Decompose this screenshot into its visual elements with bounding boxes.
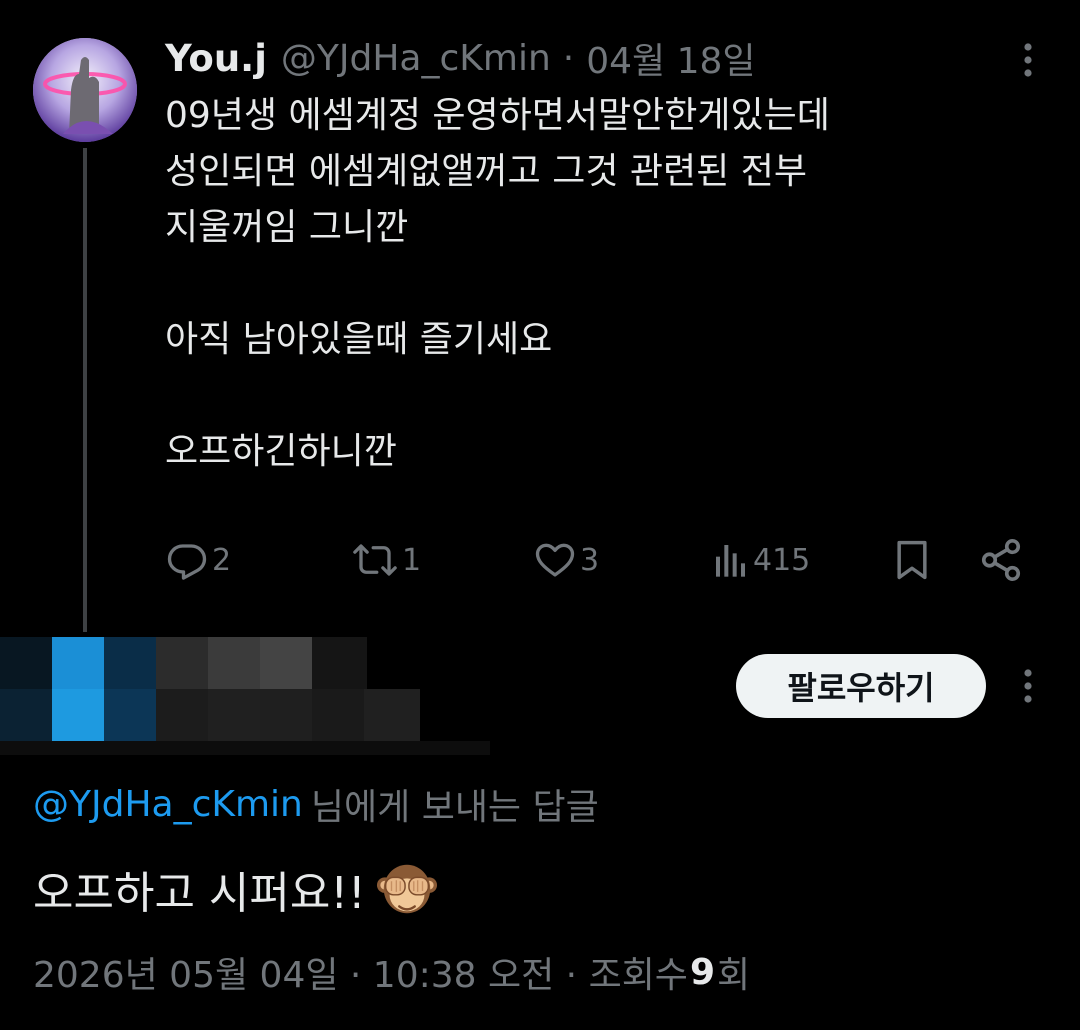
tweet-date[interactable]: 04월 18일 (586, 32, 755, 84)
avatar-image (33, 38, 137, 142)
reply-views-count: 9 (689, 951, 715, 993)
reply-text: 오프하고 시퍼요!! (33, 855, 438, 923)
tweet-line (165, 368, 1025, 424)
replying-to-suffix: 님에게 보내는 답글 (310, 787, 599, 828)
reply-button[interactable]: 2 (166, 534, 231, 586)
more-button-reply[interactable] (1008, 664, 1048, 708)
tweet-header: You.j @YJdHa_cKmin · 04월 18일 (165, 30, 756, 86)
reply-count: 2 (212, 542, 232, 578)
bookmark-icon (897, 540, 927, 580)
tweet-line (165, 256, 1025, 312)
tweet-text: 09년생 에셈계정 운영하면서말안한게있는데 성인되면 에셈계없앨꺼고 그것 관… (165, 88, 1025, 480)
reply-text-content: 오프하고 시퍼요!! (33, 868, 366, 919)
like-count: 3 (580, 542, 600, 578)
retweet-button[interactable]: 1 (352, 534, 421, 586)
avatar-blurred[interactable] (0, 637, 500, 755)
views-count: 415 (753, 542, 811, 578)
avatar[interactable] (33, 38, 137, 142)
like-button[interactable]: 3 (534, 534, 599, 586)
bookmark-button[interactable] (890, 534, 934, 586)
tweet-line: 09년생 에셈계정 운영하면서말안한게있는데 (165, 95, 830, 136)
reply-timestamp[interactable]: 2026년 05월 04일 · 10:38 오전 · 조회수 (33, 946, 688, 998)
share-icon (981, 539, 1021, 581)
more-button[interactable] (1008, 38, 1048, 82)
views-icon (716, 545, 745, 577)
see-no-evil-monkey-icon (376, 858, 438, 920)
follow-button[interactable]: 팔로우하기 (736, 654, 986, 718)
thread-line (83, 148, 87, 632)
reply-meta: 2026년 05월 04일 · 10:38 오전 · 조회수 9 회 (33, 944, 750, 1000)
tweet-line: 오프하긴하니깐 (165, 431, 397, 472)
tweet-line: 지울꺼임 그니깐 (165, 207, 409, 248)
tweet-line: 아직 남아있을때 즐기세요 (165, 319, 553, 360)
retweet-count: 1 (402, 542, 422, 578)
display-name[interactable]: You.j (165, 37, 267, 80)
views-button[interactable]: 415 (713, 534, 810, 586)
reply-icon (167, 544, 207, 580)
share-button[interactable] (978, 534, 1024, 586)
handle[interactable]: @YJdHa_cKmin (281, 38, 551, 79)
reply-views-suffix: 회 (717, 955, 751, 996)
tweet-line: 성인되면 에셈계없앨꺼고 그것 관련된 전부 (165, 151, 807, 192)
separator: · (562, 37, 575, 79)
retweet-icon (353, 544, 397, 576)
mention-link[interactable]: @YJdHa_cKmin (33, 784, 303, 825)
replying-to: @YJdHa_cKmin 님에게 보내는 답글 (33, 778, 599, 830)
more-vertical-icon (1024, 669, 1032, 703)
heart-icon (535, 543, 575, 577)
more-vertical-icon (1024, 43, 1032, 77)
